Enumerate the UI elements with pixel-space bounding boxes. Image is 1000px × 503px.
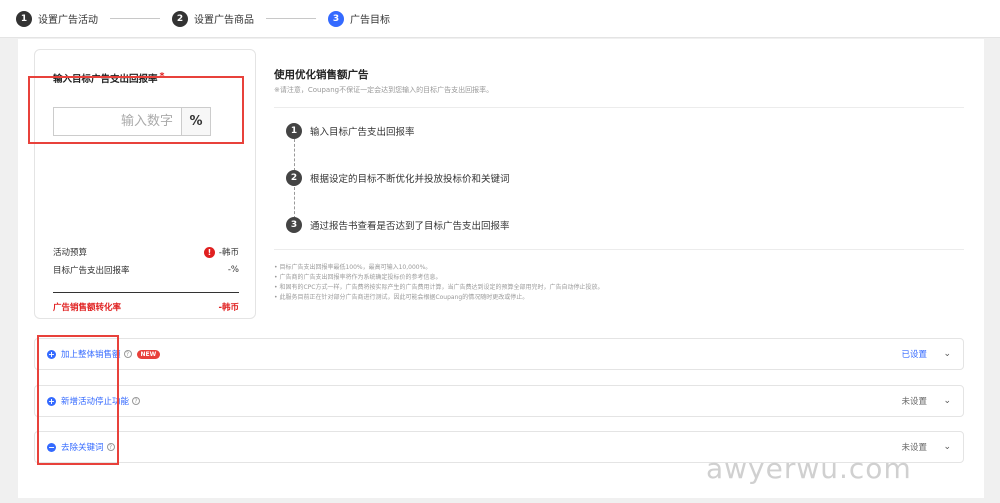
ad-goal-panel: 输入目标广告支出回报率* % 活动预算 ! -韩币 目标广告支出回报率 -% 广… (18, 39, 984, 498)
roas-value: -% (227, 265, 239, 275)
step-3: 3 广告目标 (328, 10, 390, 27)
flow-connector (294, 187, 295, 219)
flow-step-3-text: 通过报告书查看是否达到了目标广告支出回报率 (310, 221, 510, 232)
conversion-label: 广告销售额转化率 (53, 303, 122, 313)
new-badge: NEW (136, 349, 161, 359)
option-row-stop-campaign[interactable]: + 新增活动停止功能 ? 未设置 ⌄ (34, 385, 964, 417)
info-title: 使用优化销售额广告 (274, 69, 369, 81)
flow-step-2-number: 2 (286, 170, 302, 186)
step-1-label: 设置广告活动 (38, 15, 98, 26)
flow-step-1-number: 1 (286, 123, 302, 139)
info-bullets: • 目标广告支出回报率最低100%，最高可输入10,000%。 • 广告商的广告… (274, 263, 603, 303)
watermark: awyerwu.com (706, 452, 912, 485)
flow-step-3-number: 3 (286, 217, 302, 233)
flow-step-3: 3 通过报告书查看是否达到了目标广告支出回报率 (286, 217, 510, 233)
budget-row: 活动预算 ! -韩币 (53, 246, 239, 258)
flow-step-1-text: 输入目标广告支出回报率 (310, 127, 415, 138)
bullet-item: • 此服务目前正在针对部分广告商进行测试，因此可能会根据Coupang的情况随时… (274, 294, 529, 301)
highlight-box-options (37, 335, 119, 465)
step-2: 2 设置广告商品 (172, 10, 254, 27)
option-total-sales-status: 已设置 (901, 350, 927, 360)
conversion-value: -韩币 (218, 303, 239, 313)
step-2-label: 设置广告商品 (194, 15, 254, 26)
highlight-box-input (28, 76, 244, 144)
progress-stepper: 1 设置广告活动 2 设置广告商品 3 广告目标 (0, 0, 1000, 38)
alert-icon: ! (203, 246, 215, 258)
bullet-item: • 和固有的CPC方式一样，广告费将按实际产生的广告费用计算，当广告费达到设定的… (274, 284, 604, 291)
conversion-row: 广告销售额转化率 -韩币 (53, 301, 239, 313)
roas-label: 目标广告支出回报率 (53, 266, 130, 276)
info-divider-top (274, 107, 964, 108)
bullet-item: • 广告商的广告支出回报率将作为系统确定投标价的参考信息。 (274, 274, 442, 281)
flow-step-1: 1 输入目标广告支出回报率 (286, 123, 415, 139)
flow-connector (294, 139, 295, 171)
step-1-number: 1 (16, 10, 32, 27)
help-icon[interactable]: ? (132, 397, 141, 405)
step-connector (266, 18, 316, 19)
option-stop-campaign-status: 未设置 (901, 397, 927, 407)
step-connector (110, 18, 160, 19)
info-note: ※请注意，Coupang不保证一定会达到您输入的目标广告支出回报率。 (274, 86, 494, 94)
step-2-number: 2 (172, 10, 188, 27)
help-icon[interactable]: ? (123, 350, 132, 358)
summary-divider (53, 292, 239, 293)
step-3-label: 广告目标 (350, 15, 390, 26)
chevron-down-icon[interactable]: ⌄ (943, 349, 951, 359)
budget-label: 活动预算 (53, 248, 88, 258)
roas-row: 目标广告支出回报率 -% (53, 264, 239, 276)
step-1: 1 设置广告活动 (16, 10, 98, 27)
chevron-down-icon[interactable]: ⌄ (943, 396, 951, 406)
budget-value: -韩币 (218, 248, 239, 258)
info-divider-bottom (274, 249, 964, 250)
chevron-down-icon[interactable]: ⌄ (943, 442, 951, 452)
bullet-item: • 目标广告支出回报率最低100%，最高可输入10,000%。 (274, 264, 432, 271)
option-row-total-sales[interactable]: + 加上整体销售额 ? NEW 已设置 ⌄ (34, 338, 964, 370)
budget-value-wrap: ! -韩币 (203, 246, 239, 258)
flow-step-2: 2 根据设定的目标不断优化并投放投标价和关键词 (286, 170, 510, 186)
step-3-number: 3 (328, 10, 344, 27)
flow-step-2-text: 根据设定的目标不断优化并投放投标价和关键词 (310, 174, 510, 185)
